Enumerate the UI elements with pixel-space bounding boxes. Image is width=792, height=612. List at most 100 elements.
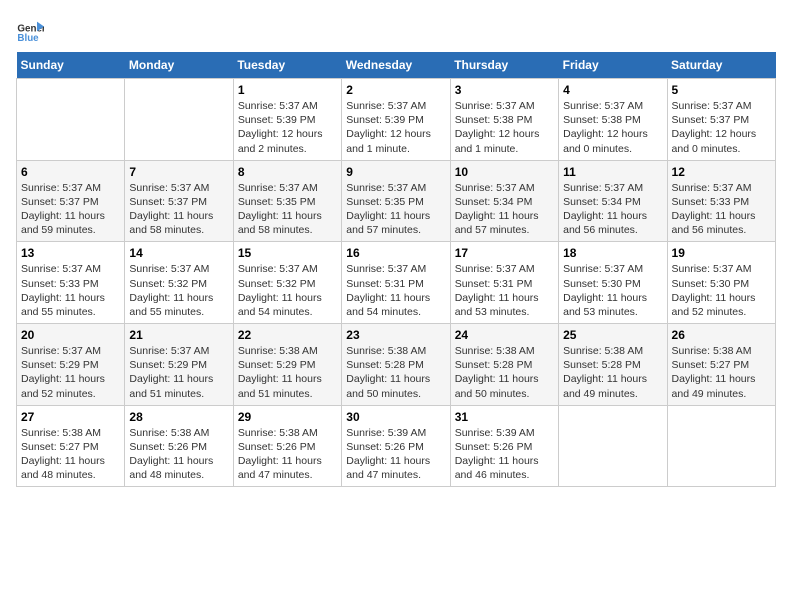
day-info: Sunrise: 5:37 AM Sunset: 5:32 PM Dayligh… xyxy=(129,262,228,319)
calendar-week-row: 13Sunrise: 5:37 AM Sunset: 5:33 PM Dayli… xyxy=(17,242,776,324)
day-info: Sunrise: 5:37 AM Sunset: 5:31 PM Dayligh… xyxy=(346,262,445,319)
day-info: Sunrise: 5:37 AM Sunset: 5:31 PM Dayligh… xyxy=(455,262,554,319)
day-number: 11 xyxy=(563,165,662,179)
weekday-header: Tuesday xyxy=(233,52,341,79)
calendar-cell: 21Sunrise: 5:37 AM Sunset: 5:29 PM Dayli… xyxy=(125,324,233,406)
day-number: 4 xyxy=(563,83,662,97)
day-info: Sunrise: 5:37 AM Sunset: 5:37 PM Dayligh… xyxy=(21,181,120,238)
day-info: Sunrise: 5:37 AM Sunset: 5:38 PM Dayligh… xyxy=(563,99,662,156)
page-header: General Blue xyxy=(16,16,776,44)
weekday-header: Monday xyxy=(125,52,233,79)
day-number: 22 xyxy=(238,328,337,342)
day-number: 20 xyxy=(21,328,120,342)
day-number: 29 xyxy=(238,410,337,424)
day-number: 10 xyxy=(455,165,554,179)
day-number: 15 xyxy=(238,246,337,260)
calendar-cell: 15 Sunrise: 5:37 AM Sunset: 5:32 PM Dayli… xyxy=(233,242,341,324)
calendar-cell: 17 Sunrise: 5:37 AM Sunset: 5:31 PM Dayli… xyxy=(450,242,558,324)
calendar-cell xyxy=(17,79,125,161)
day-info: Sunrise: 5:38 AM Sunset: 5:27 PM Dayligh… xyxy=(672,344,771,401)
calendar-cell: 1 Sunrise: 5:37 AM Sunset: 5:39 PM Daylig… xyxy=(233,79,341,161)
day-info: Sunrise: 5:37 AM Sunset: 5:34 PM Dayligh… xyxy=(563,181,662,238)
day-info: Sunrise: 5:37 AM Sunset: 5:32 PM Dayligh… xyxy=(238,262,337,319)
day-info: Sunrise: 5:38 AM Sunset: 5:26 PM Dayligh… xyxy=(129,426,228,483)
day-number: 12 xyxy=(672,165,771,179)
calendar-cell: 19Sunrise: 5:37 AM Sunset: 5:30 PM Dayli… xyxy=(667,242,775,324)
day-info: Sunrise: 5:37 AM Sunset: 5:30 PM Dayligh… xyxy=(563,262,662,319)
calendar-cell xyxy=(125,79,233,161)
calendar-cell: 18 Sunrise: 5:37 AM Sunset: 5:30 PM Dayli… xyxy=(559,242,667,324)
calendar-cell: 22Sunrise: 5:38 AM Sunset: 5:29 PM Dayli… xyxy=(233,324,341,406)
day-info: Sunrise: 5:37 AM Sunset: 5:29 PM Dayligh… xyxy=(129,344,228,401)
weekday-header: Friday xyxy=(559,52,667,79)
day-number: 5 xyxy=(672,83,771,97)
logo: General Blue xyxy=(16,16,48,44)
day-number: 6 xyxy=(21,165,120,179)
calendar-cell: 10 Sunrise: 5:37 AM Sunset: 5:34 PM Dayli… xyxy=(450,160,558,242)
day-number: 3 xyxy=(455,83,554,97)
day-info: Sunrise: 5:37 AM Sunset: 5:34 PM Dayligh… xyxy=(455,181,554,238)
calendar-week-row: 6 Sunrise: 5:37 AM Sunset: 5:37 PM Daylig… xyxy=(17,160,776,242)
day-info: Sunrise: 5:37 AM Sunset: 5:38 PM Dayligh… xyxy=(455,99,554,156)
calendar-cell: 26Sunrise: 5:38 AM Sunset: 5:27 PM Dayli… xyxy=(667,324,775,406)
calendar-cell xyxy=(667,405,775,487)
day-number: 17 xyxy=(455,246,554,260)
weekday-header: Sunday xyxy=(17,52,125,79)
calendar-cell: 12 Sunrise: 5:37 AM Sunset: 5:33 PM Dayli… xyxy=(667,160,775,242)
day-info: Sunrise: 5:38 AM Sunset: 5:27 PM Dayligh… xyxy=(21,426,120,483)
day-number: 9 xyxy=(346,165,445,179)
day-number: 18 xyxy=(563,246,662,260)
day-number: 24 xyxy=(455,328,554,342)
day-info: Sunrise: 5:37 AM Sunset: 5:39 PM Dayligh… xyxy=(346,99,445,156)
day-number: 23 xyxy=(346,328,445,342)
day-number: 13 xyxy=(21,246,120,260)
day-number: 16 xyxy=(346,246,445,260)
day-info: Sunrise: 5:39 AM Sunset: 5:26 PM Dayligh… xyxy=(455,426,554,483)
day-number: 14 xyxy=(129,246,228,260)
day-number: 2 xyxy=(346,83,445,97)
calendar-week-row: 1 Sunrise: 5:37 AM Sunset: 5:39 PM Daylig… xyxy=(17,79,776,161)
calendar-header-row: SundayMondayTuesdayWednesdayThursdayFrid… xyxy=(17,52,776,79)
calendar-cell: 30 Sunrise: 5:39 AM Sunset: 5:26 PM Dayli… xyxy=(342,405,450,487)
logo-icon: General Blue xyxy=(16,16,44,44)
calendar-table: SundayMondayTuesdayWednesdayThursdayFrid… xyxy=(16,52,776,487)
calendar-cell: 6 Sunrise: 5:37 AM Sunset: 5:37 PM Daylig… xyxy=(17,160,125,242)
calendar-body: 1 Sunrise: 5:37 AM Sunset: 5:39 PM Daylig… xyxy=(17,79,776,487)
calendar-cell: 7Sunrise: 5:37 AM Sunset: 5:37 PM Daylig… xyxy=(125,160,233,242)
calendar-cell: 8Sunrise: 5:37 AM Sunset: 5:35 PM Daylig… xyxy=(233,160,341,242)
calendar-cell: 29 Sunrise: 5:38 AM Sunset: 5:26 PM Dayli… xyxy=(233,405,341,487)
calendar-cell: 28Sunrise: 5:38 AM Sunset: 5:26 PM Dayli… xyxy=(125,405,233,487)
calendar-cell: 11 Sunrise: 5:37 AM Sunset: 5:34 PM Dayli… xyxy=(559,160,667,242)
day-info: Sunrise: 5:38 AM Sunset: 5:28 PM Dayligh… xyxy=(455,344,554,401)
day-info: Sunrise: 5:38 AM Sunset: 5:26 PM Dayligh… xyxy=(238,426,337,483)
calendar-cell: 13Sunrise: 5:37 AM Sunset: 5:33 PM Dayli… xyxy=(17,242,125,324)
day-number: 19 xyxy=(672,246,771,260)
weekday-header: Saturday xyxy=(667,52,775,79)
day-number: 7 xyxy=(129,165,228,179)
day-info: Sunrise: 5:37 AM Sunset: 5:33 PM Dayligh… xyxy=(672,181,771,238)
calendar-week-row: 20 Sunrise: 5:37 AM Sunset: 5:29 PM Dayli… xyxy=(17,324,776,406)
day-number: 27 xyxy=(21,410,120,424)
day-info: Sunrise: 5:38 AM Sunset: 5:28 PM Dayligh… xyxy=(563,344,662,401)
day-info: Sunrise: 5:39 AM Sunset: 5:26 PM Dayligh… xyxy=(346,426,445,483)
day-number: 31 xyxy=(455,410,554,424)
day-number: 1 xyxy=(238,83,337,97)
calendar-cell: 23 Sunrise: 5:38 AM Sunset: 5:28 PM Dayli… xyxy=(342,324,450,406)
calendar-cell: 2 Sunrise: 5:37 AM Sunset: 5:39 PM Daylig… xyxy=(342,79,450,161)
day-info: Sunrise: 5:38 AM Sunset: 5:28 PM Dayligh… xyxy=(346,344,445,401)
calendar-cell: 4 Sunrise: 5:37 AM Sunset: 5:38 PM Daylig… xyxy=(559,79,667,161)
calendar-cell: 25Sunrise: 5:38 AM Sunset: 5:28 PM Dayli… xyxy=(559,324,667,406)
day-info: Sunrise: 5:37 AM Sunset: 5:29 PM Dayligh… xyxy=(21,344,120,401)
calendar-cell: 14 Sunrise: 5:37 AM Sunset: 5:32 PM Dayli… xyxy=(125,242,233,324)
calendar-cell: 3 Sunrise: 5:37 AM Sunset: 5:38 PM Daylig… xyxy=(450,79,558,161)
weekday-header: Wednesday xyxy=(342,52,450,79)
calendar-cell: 31 Sunrise: 5:39 AM Sunset: 5:26 PM Dayli… xyxy=(450,405,558,487)
day-info: Sunrise: 5:37 AM Sunset: 5:39 PM Dayligh… xyxy=(238,99,337,156)
calendar-cell: 16 Sunrise: 5:37 AM Sunset: 5:31 PM Dayli… xyxy=(342,242,450,324)
day-info: Sunrise: 5:37 AM Sunset: 5:35 PM Dayligh… xyxy=(238,181,337,238)
weekday-header: Thursday xyxy=(450,52,558,79)
svg-text:Blue: Blue xyxy=(17,33,39,44)
calendar-cell: 20 Sunrise: 5:37 AM Sunset: 5:29 PM Dayli… xyxy=(17,324,125,406)
calendar-cell: 5Sunrise: 5:37 AM Sunset: 5:37 PM Daylig… xyxy=(667,79,775,161)
day-number: 30 xyxy=(346,410,445,424)
